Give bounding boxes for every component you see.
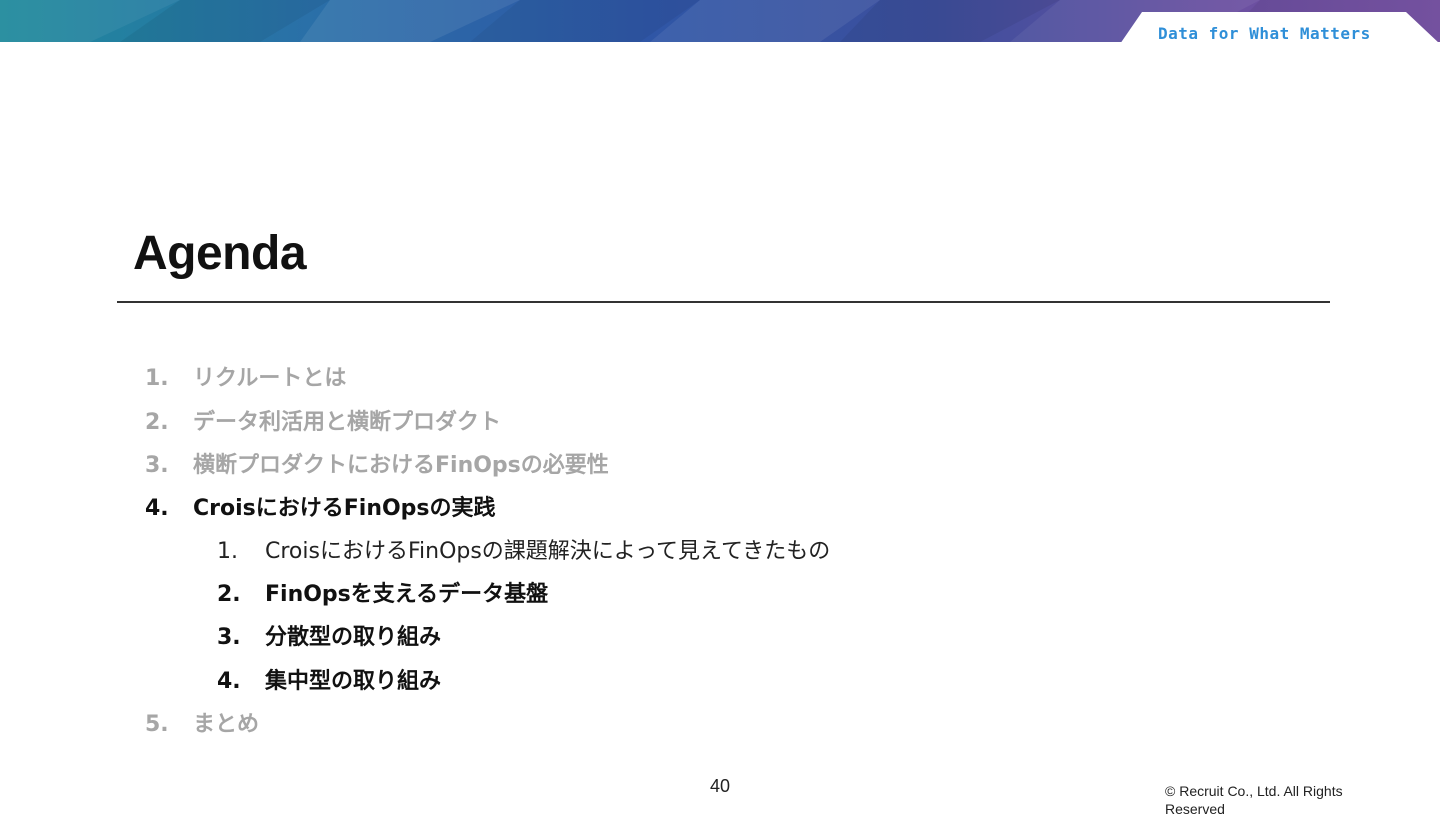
agenda-item-label: データ利活用と横断プロダクト (193, 410, 502, 435)
agenda-subitem-number: 4. (217, 669, 241, 694)
agenda-list: 1. リクルートとは 2. データ利活用と横断プロダクト 3. 横断プロダクトに… (0, 0, 1440, 810)
agenda-item-number: 4. (145, 496, 169, 521)
copyright-notice: © Recruit Co., Ltd. All Rights Reserved (1165, 783, 1343, 817)
agenda-item-number: 1. (145, 366, 169, 391)
agenda-item-label: まとめ (193, 712, 260, 737)
agenda-subitem-number: 2. (217, 582, 241, 607)
agenda-subitem-label: 分散型の取り組み (265, 625, 442, 650)
agenda-subitem-label: 集中型の取り組み (265, 669, 442, 694)
agenda-subitem-number: 3. (217, 625, 241, 650)
agenda-item-label: リクルートとは (193, 366, 347, 391)
agenda-subitem-label: CroisにおけるFinOpsの課題解決によって見えてきたもの (265, 539, 831, 564)
page-number: 40 (709, 776, 731, 796)
agenda-item-number: 3. (145, 453, 169, 478)
agenda-item-number: 2. (145, 410, 169, 435)
agenda-item-number: 5. (145, 712, 169, 737)
agenda-subitem-label: FinOpsを支えるデータ基盤 (265, 582, 549, 607)
agenda-item-label: 横断プロダクトにおけるFinOpsの必要性 (193, 453, 609, 478)
agenda-subitem-number: 1. (217, 539, 238, 564)
agenda-item-label: CroisにおけるFinOpsの実践 (193, 496, 496, 521)
